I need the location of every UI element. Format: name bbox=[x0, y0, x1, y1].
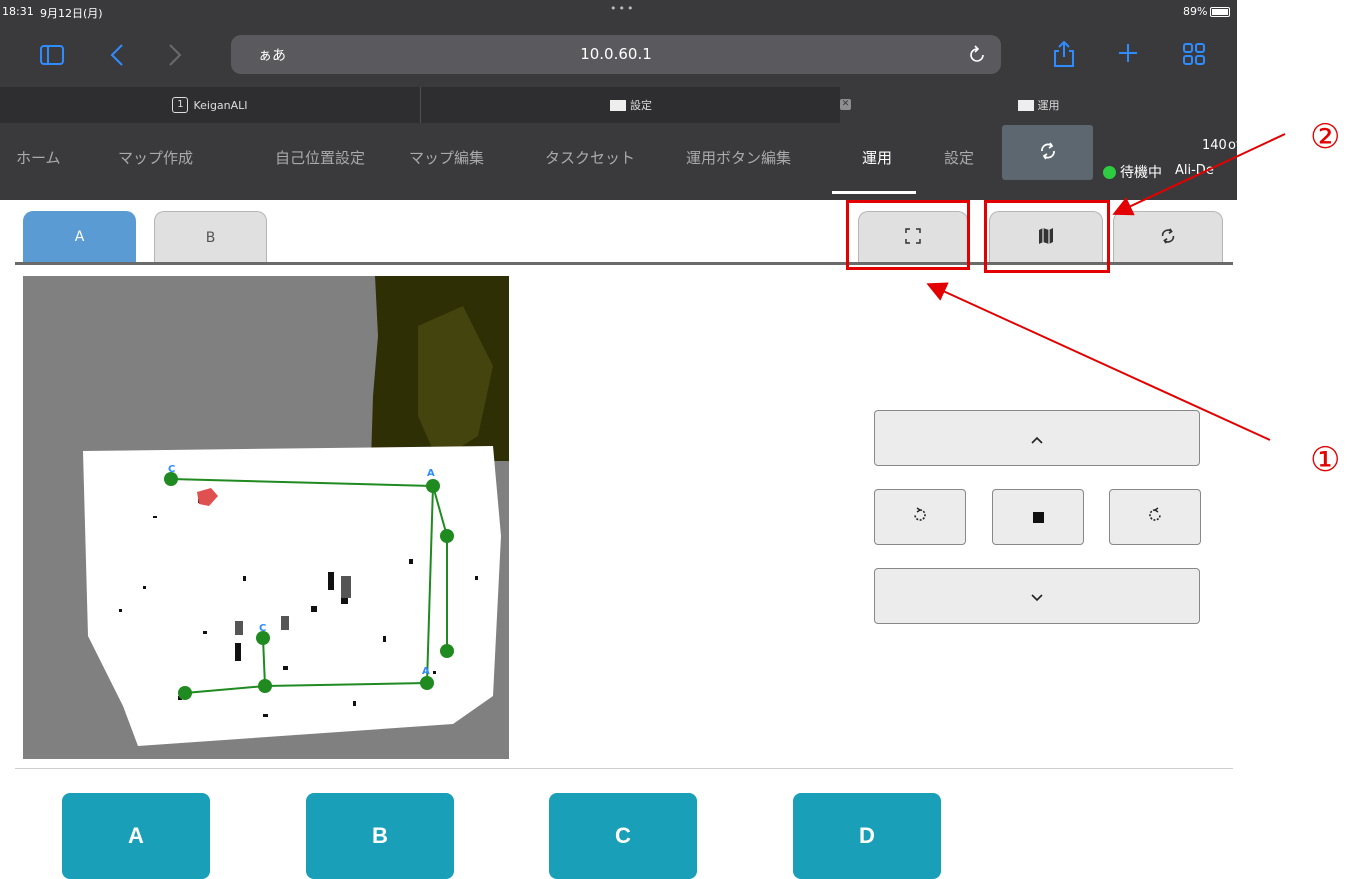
annotation-label-1: ① bbox=[1310, 440, 1341, 480]
annotation-arrows bbox=[926, 133, 1286, 441]
annotation-label-2: ② bbox=[1310, 117, 1341, 157]
